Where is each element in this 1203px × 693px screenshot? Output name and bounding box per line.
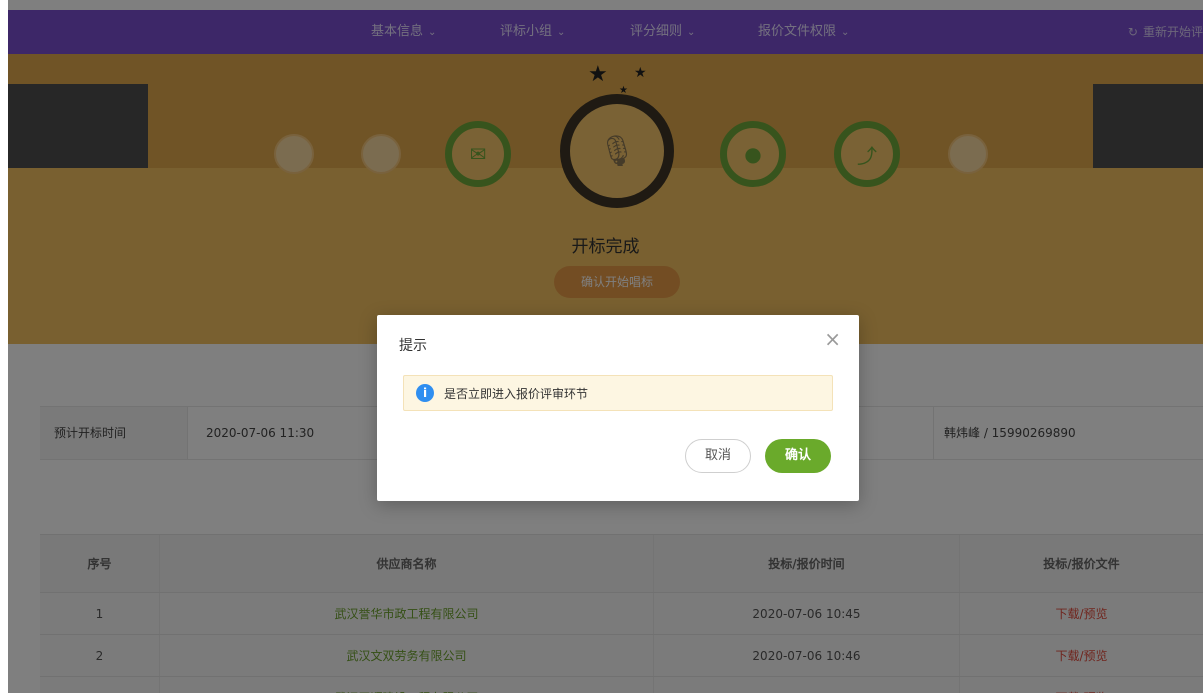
info-icon: i [416,384,434,402]
confirm-dialog: 提示 × i 是否立即进入报价评审环节 取消 确认 [377,315,859,501]
left-edge [0,0,8,693]
confirm-button[interactable]: 确认 [765,439,831,473]
dialog-message: 是否立即进入报价评审环节 [444,386,589,401]
dialog-alert: i 是否立即进入报价评审环节 [403,375,833,411]
close-icon[interactable]: × [824,329,841,349]
cancel-button[interactable]: 取消 [685,439,751,473]
dialog-title: 提示 [399,338,427,354]
